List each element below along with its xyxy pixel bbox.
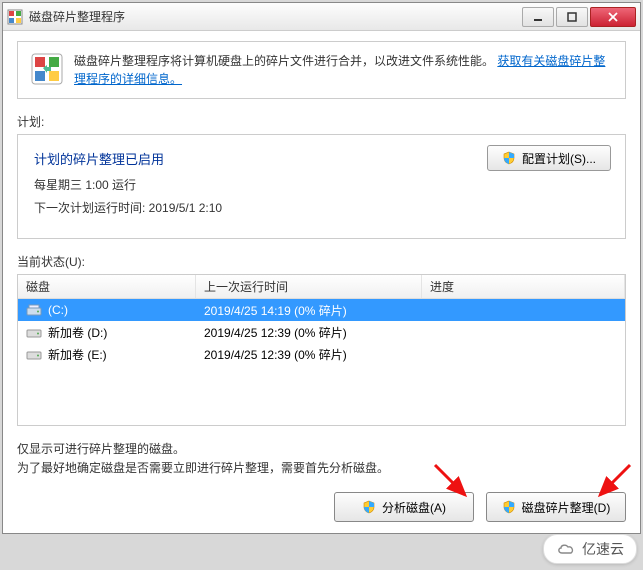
configure-label: 配置计划(S)... xyxy=(522,150,596,167)
disk-name: (C:) xyxy=(48,303,68,317)
header-lastrun[interactable]: 上一次运行时间 xyxy=(196,275,422,298)
bottom-note: 仅显示可进行碎片整理的磁盘。 为了最好地确定磁盘是否需要立即进行碎片整理，需要首… xyxy=(17,440,626,478)
analyze-label: 分析磁盘(A) xyxy=(382,499,446,516)
info-box: 磁盘碎片整理程序将计算机硬盘上的碎片文件进行合并，以改进文件系统性能。 获取有关… xyxy=(17,41,626,99)
header-progress[interactable]: 进度 xyxy=(422,275,625,298)
disk-name: 新加卷 (D:) xyxy=(48,324,107,341)
drive-icon xyxy=(26,325,42,339)
table-header: 磁盘 上一次运行时间 进度 xyxy=(18,275,625,299)
close-button[interactable] xyxy=(590,7,636,27)
disk-lastrun: 2019/4/25 14:19 (0% 碎片) xyxy=(196,302,422,319)
info-description: 磁盘碎片整理程序将计算机硬盘上的碎片文件进行合并，以改进文件系统性能。 xyxy=(74,54,494,68)
defrag-label: 磁盘碎片整理(D) xyxy=(522,499,611,516)
schedule-frequency: 每星期三 1:00 运行 xyxy=(34,176,609,193)
table-row[interactable]: 新加卷 (D:) 2019/4/25 12:39 (0% 碎片) xyxy=(18,321,625,343)
cloud-icon xyxy=(556,542,576,556)
drive-icon xyxy=(26,347,42,361)
maximize-button[interactable] xyxy=(556,7,588,27)
note-line1: 仅显示可进行碎片整理的磁盘。 xyxy=(17,440,626,459)
defragment-disk-button[interactable]: 磁盘碎片整理(D) xyxy=(486,492,626,522)
shield-icon xyxy=(502,500,516,514)
shield-icon xyxy=(502,151,516,165)
table-body: (C:) 2019/4/25 14:19 (0% 碎片) 新加卷 (D:) 20… xyxy=(18,299,625,365)
drive-icon xyxy=(26,303,42,317)
configure-schedule-button[interactable]: 配置计划(S)... xyxy=(487,145,611,171)
info-text: 磁盘碎片整理程序将计算机硬盘上的碎片文件进行合并，以改进文件系统性能。 获取有关… xyxy=(74,52,613,88)
watermark-text: 亿速云 xyxy=(582,539,624,559)
schedule-box: 计划的碎片整理已启用 每星期三 1:00 运行 下一次计划运行时间: 2019/… xyxy=(17,134,626,239)
note-line2: 为了最好地确定磁盘是否需要立即进行碎片整理，需要首先分析磁盘。 xyxy=(17,459,626,478)
app-icon xyxy=(7,9,23,25)
shield-icon xyxy=(362,500,376,514)
content-area: 磁盘碎片整理程序将计算机硬盘上的碎片文件进行合并，以改进文件系统性能。 获取有关… xyxy=(3,31,640,532)
disk-lastrun: 2019/4/25 12:39 (0% 碎片) xyxy=(196,346,422,363)
defrag-window: 磁盘碎片整理程序 磁盘碎片整理程序将计算机硬盘上的碎片文件进行合并，以改进文件系… xyxy=(2,2,641,534)
defrag-icon xyxy=(30,52,64,86)
action-buttons: 分析磁盘(A) 磁盘碎片整理(D) xyxy=(17,492,626,522)
schedule-next-run: 下一次计划运行时间: 2019/5/1 2:10 xyxy=(34,199,609,216)
titlebar[interactable]: 磁盘碎片整理程序 xyxy=(3,3,640,31)
table-row[interactable]: (C:) 2019/4/25 14:19 (0% 碎片) xyxy=(18,299,625,321)
disk-name: 新加卷 (E:) xyxy=(48,346,107,363)
disk-table: 磁盘 上一次运行时间 进度 (C:) 2019/4/25 14:19 (0% 碎… xyxy=(17,274,626,426)
analyze-disk-button[interactable]: 分析磁盘(A) xyxy=(334,492,474,522)
window-controls xyxy=(520,7,636,27)
status-label: 当前状态(U): xyxy=(17,253,626,270)
watermark: 亿速云 xyxy=(543,534,637,564)
header-disk[interactable]: 磁盘 xyxy=(18,275,196,298)
disk-lastrun: 2019/4/25 12:39 (0% 碎片) xyxy=(196,324,422,341)
minimize-button[interactable] xyxy=(522,7,554,27)
window-title: 磁盘碎片整理程序 xyxy=(29,8,520,25)
schedule-label: 计划: xyxy=(17,113,626,130)
table-row[interactable]: 新加卷 (E:) 2019/4/25 12:39 (0% 碎片) xyxy=(18,343,625,365)
